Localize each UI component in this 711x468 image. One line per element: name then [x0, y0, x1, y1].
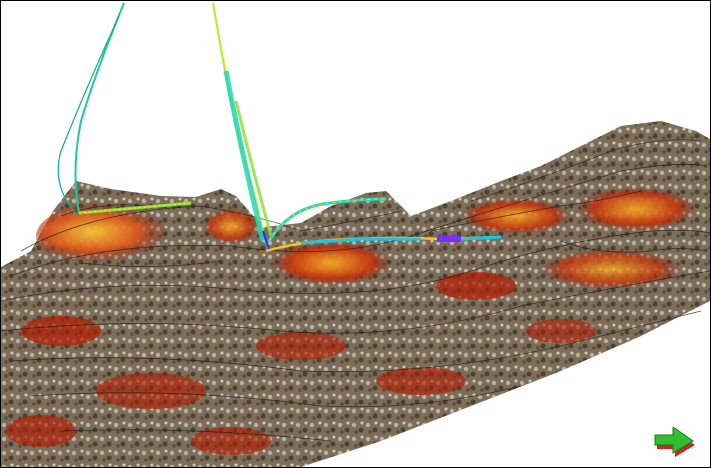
3d-viewer[interactable]	[0, 0, 711, 468]
orientation-arrow-icon[interactable]	[653, 427, 699, 461]
horizon-surface	[1, 121, 710, 467]
seismic-surface-scene[interactable]	[1, 1, 710, 467]
well-1-trajectory	[74, 2, 125, 214]
